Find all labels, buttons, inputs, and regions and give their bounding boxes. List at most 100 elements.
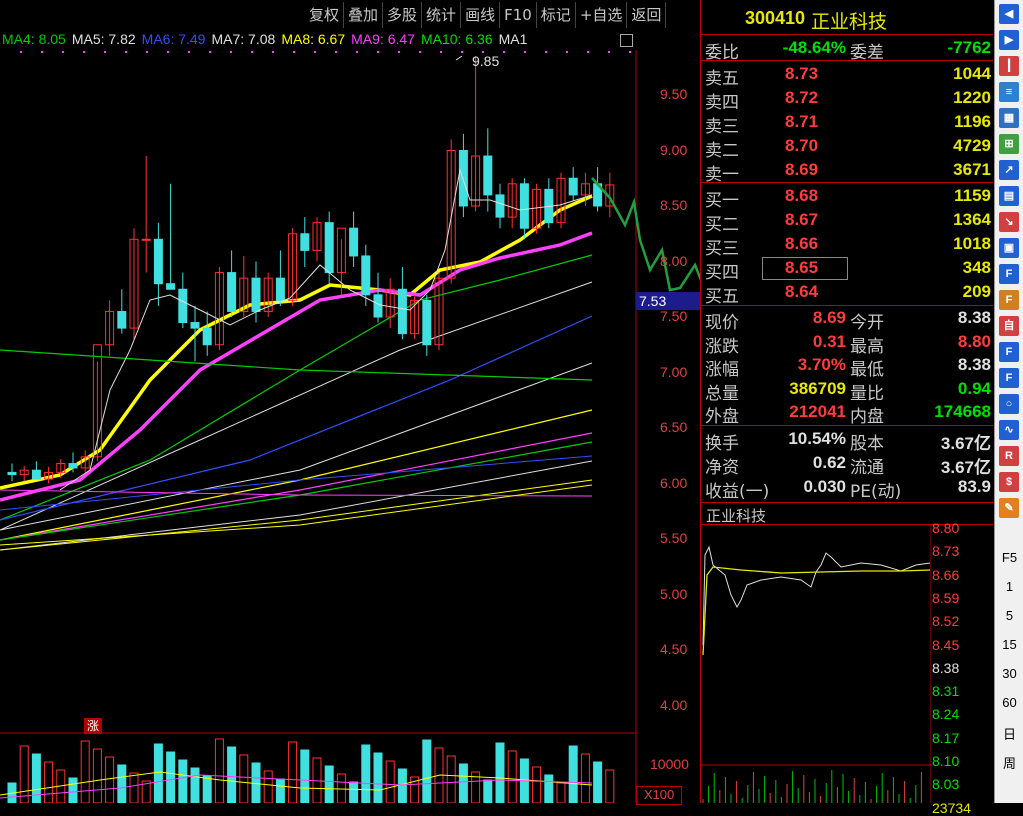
weibi-value: -48.64% <box>782 38 846 57</box>
ma-dot <box>335 51 337 53</box>
period-7[interactable]: 周 <box>995 753 1023 772</box>
buy-row[interactable]: 买二 8.67 1364 <box>705 210 991 235</box>
bar-chart-icon[interactable]: ▤ <box>999 186 1019 206</box>
toolbar-button-7[interactable]: +自选 <box>576 2 628 28</box>
volume-tick-10000: 10000 <box>650 756 689 772</box>
period-2[interactable]: 5 <box>995 608 1023 623</box>
toolbar-button-4[interactable]: 画线 <box>461 2 501 28</box>
kline-chart[interactable] <box>0 50 700 803</box>
f10-icon[interactable]: F <box>999 264 1019 284</box>
intraday-mini-chart[interactable] <box>701 525 931 803</box>
table-icon[interactable]: ▦ <box>999 108 1019 128</box>
price-tick: 9.50 <box>660 86 688 102</box>
candle <box>519 183 529 229</box>
candle <box>397 288 407 335</box>
fin-row[interactable]: 收益(一) 0.030 PE(动) 83.9 <box>705 477 991 502</box>
toolbar-button-1[interactable]: 叠加 <box>344 2 384 28</box>
volume-bar <box>153 743 163 803</box>
toolbar-button-3[interactable]: 统计 <box>422 2 462 28</box>
period-1[interactable]: 1 <box>995 579 1023 594</box>
right-sidebar: ◀ ▶ ┃ ≡ ▦ ⊞ ↗ ▤ ↘ ▣ F F 自 F F ○ ∿ R $ ✎ F5 1 5 15 30 60 日周 <box>994 0 1023 803</box>
fin-label: 净资 <box>705 458 739 478</box>
fin-row[interactable]: 净资 0.62 流通 3.67亿 <box>705 453 991 478</box>
sell-row[interactable]: 卖二 8.70 4729 <box>705 136 991 161</box>
toolbar-button-0[interactable]: 复权 <box>305 2 345 28</box>
ma-dot <box>398 51 400 53</box>
zi-icon[interactable]: 自 <box>999 316 1019 336</box>
circle-icon[interactable]: ○ <box>999 394 1019 414</box>
wave-icon[interactable]: ∿ <box>999 420 1019 440</box>
rsi-icon[interactable]: R <box>999 446 1019 466</box>
price-tick: 4.00 <box>660 696 688 713</box>
trend-icon[interactable]: ↘ <box>999 212 1019 232</box>
period-4[interactable]: 30 <box>995 666 1023 681</box>
toolbar-button-6[interactable]: 标记 <box>537 2 576 28</box>
mini-tick: 8.66 <box>932 566 960 583</box>
ma-dot <box>608 51 610 53</box>
fin-row[interactable]: 换手 10.54% 股本 3.67亿 <box>705 429 991 454</box>
ma-dot <box>524 51 526 53</box>
buy-row[interactable]: 买四 8.65 348 <box>705 258 991 283</box>
stat-row[interactable]: 外盘 212041 内盘 174668 <box>705 402 991 427</box>
fin-label: 股本 <box>850 434 884 454</box>
volume-bar <box>227 746 237 803</box>
ma-line <box>0 315 593 521</box>
buy-qty: 209 <box>962 282 991 301</box>
period-0[interactable]: F5 <box>995 550 1023 565</box>
weibi-row[interactable]: 委比 -48.64% 委差 -7762 <box>705 38 991 63</box>
sell-row[interactable]: 卖五 8.73 1044 <box>705 64 991 89</box>
price-tick: 8.50 <box>660 197 688 213</box>
period-3[interactable]: 15 <box>995 637 1023 652</box>
sell-row[interactable]: 卖三 8.71 1196 <box>705 112 991 137</box>
sell-price: 8.73 <box>785 64 819 83</box>
stat-row[interactable]: 涨幅 3.70% 最低 8.38 <box>705 355 991 380</box>
volume-bar <box>275 778 285 803</box>
candle-icon[interactable]: ┃ <box>999 56 1019 76</box>
toolbar-button-2[interactable]: 多股 <box>383 2 423 28</box>
f5-icon[interactable]: F <box>999 368 1019 388</box>
stat-row[interactable]: 现价 8.69 今开 8.38 <box>705 308 991 333</box>
buy-level-label: 买三 <box>705 239 739 259</box>
volume-bar <box>288 741 298 803</box>
f-icon[interactable]: F <box>999 290 1019 310</box>
ma-dot <box>440 51 442 53</box>
legend-toggle-icon[interactable] <box>620 34 633 47</box>
volume-bar <box>593 761 603 803</box>
price-tick: 5.00 <box>660 585 688 602</box>
doc-icon[interactable]: ▣ <box>999 238 1019 258</box>
sell-row[interactable]: 卖四 8.72 1220 <box>705 88 991 113</box>
chart-toolbar: 复权 叠加 多股 统计 画线 F10 标记 +自选 返回 <box>305 2 667 28</box>
stat-value: 8.38 <box>957 355 991 374</box>
mini-tick: 8.24 <box>932 706 960 723</box>
price-tick: 7.00 <box>660 363 688 380</box>
sell-row[interactable]: 卖一 8.69 3671 <box>705 160 991 185</box>
sell-price: 8.69 <box>785 160 819 179</box>
list-icon[interactable]: ≡ <box>999 82 1019 102</box>
dollar-icon[interactable]: $ <box>999 472 1019 492</box>
f12-icon[interactable]: F <box>999 342 1019 362</box>
stat-row[interactable]: 总量 386709 量比 0.94 <box>705 379 991 404</box>
stat-value: 0.31 <box>812 331 846 351</box>
mini-tick: 8.10 <box>932 753 960 769</box>
arrow-left-icon[interactable]: ◀ <box>999 4 1019 24</box>
buy-row[interactable]: 买一 8.68 1159 <box>705 186 991 211</box>
ma-dot <box>314 51 316 53</box>
ma-dot <box>566 51 568 53</box>
toolbar-button-5[interactable]: F10 <box>500 2 537 28</box>
pencil-icon[interactable]: ✎ <box>999 498 1019 518</box>
ma-dot <box>104 51 106 53</box>
line-chart-icon[interactable]: ↗ <box>999 160 1019 180</box>
buy-row[interactable]: 买五 8.64 209 <box>705 282 991 307</box>
toolbar-button-8[interactable]: 返回 <box>627 2 667 28</box>
stat-row[interactable]: 涨跌 0.31 最高 8.80 <box>705 331 991 357</box>
period-6[interactable]: 日 <box>995 724 1023 743</box>
weicha-label: 委差 <box>850 43 884 63</box>
grid-icon[interactable]: ⊞ <box>999 134 1019 154</box>
period-5[interactable]: 60 <box>995 695 1023 710</box>
stat-value: 3.70% <box>797 355 846 374</box>
arrow-right-icon[interactable]: ▶ <box>999 30 1019 50</box>
sell-qty: 1196 <box>954 112 991 131</box>
price-tick: 5.50 <box>660 530 688 546</box>
ma-legend-item: MA5: 7.82 <box>71 31 136 47</box>
buy-row[interactable]: 买三 8.66 1018 <box>705 234 991 259</box>
